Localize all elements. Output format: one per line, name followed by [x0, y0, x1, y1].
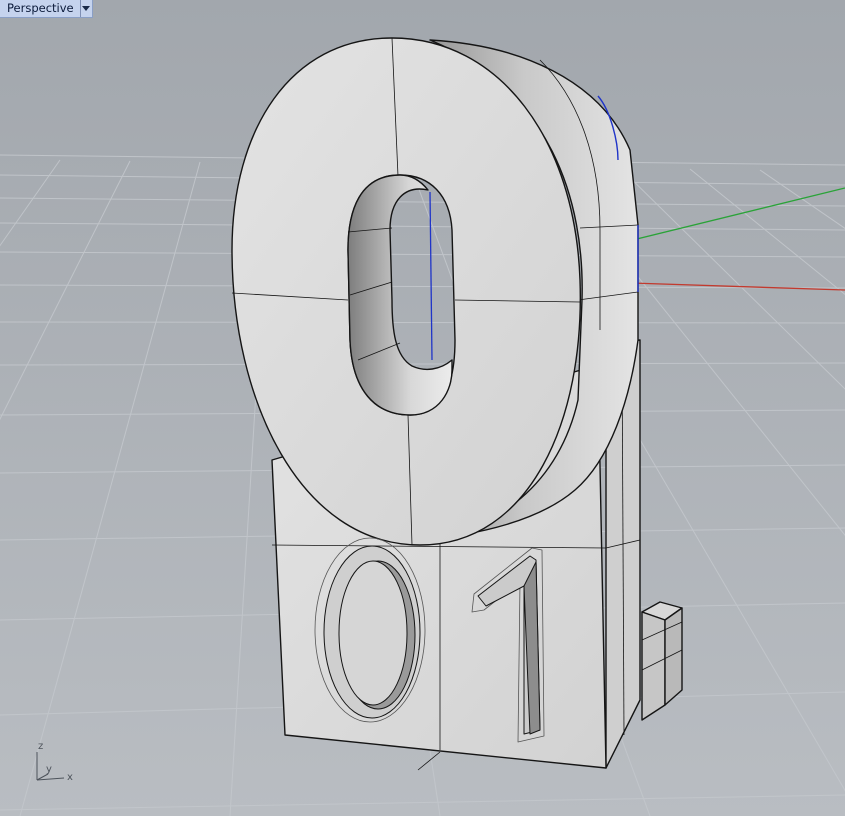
model-part: [231, 37, 683, 771]
chevron-down-icon[interactable]: [81, 0, 92, 17]
axis-label-x: x: [67, 772, 73, 783]
base-foot-front: [641, 611, 666, 721]
perspective-viewport[interactable]: z y x Perspective: [0, 0, 845, 816]
viewport-canvas[interactable]: [0, 0, 845, 816]
viewport-title[interactable]: Perspective: [0, 0, 81, 17]
viewport-title-tab[interactable]: Perspective: [0, 0, 93, 18]
base-foot-side: [664, 607, 683, 706]
axis-label-y: y: [46, 764, 52, 775]
axis-label-z: z: [38, 741, 44, 752]
